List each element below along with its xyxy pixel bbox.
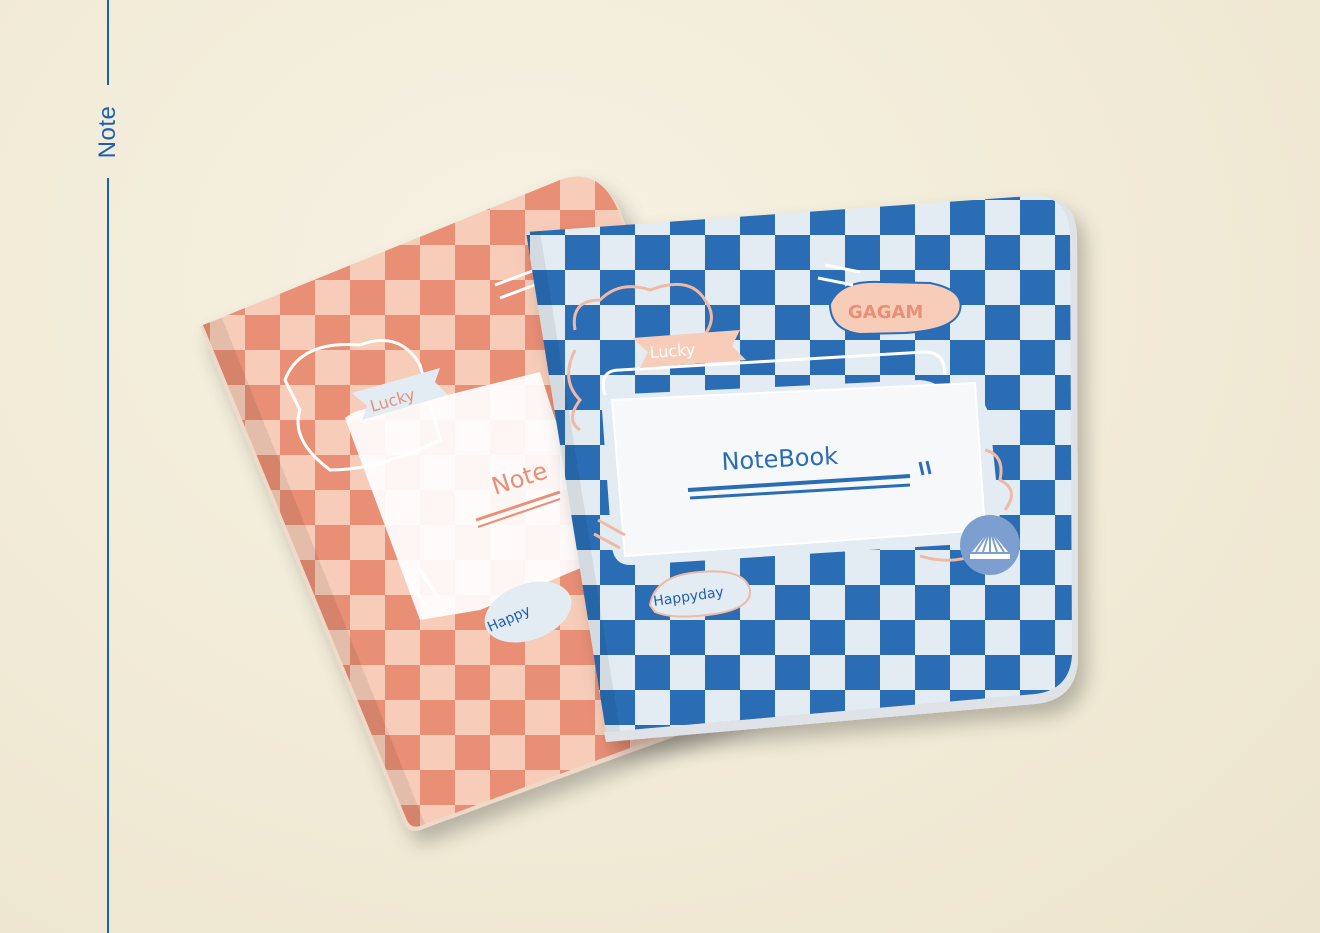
front-brand-sticker: GAGAM	[828, 280, 962, 336]
notebook-scene: Lucky Note Happy Lucky GAGAM NoteBook Ha…	[200, 176, 1078, 831]
front-notebook: Lucky GAGAM NoteBook Happyday	[526, 195, 1078, 742]
front-brand-text: GAGAM	[848, 302, 923, 323]
front-lucky-text: Lucky	[649, 340, 696, 362]
shell-logo-icon	[960, 515, 1020, 575]
